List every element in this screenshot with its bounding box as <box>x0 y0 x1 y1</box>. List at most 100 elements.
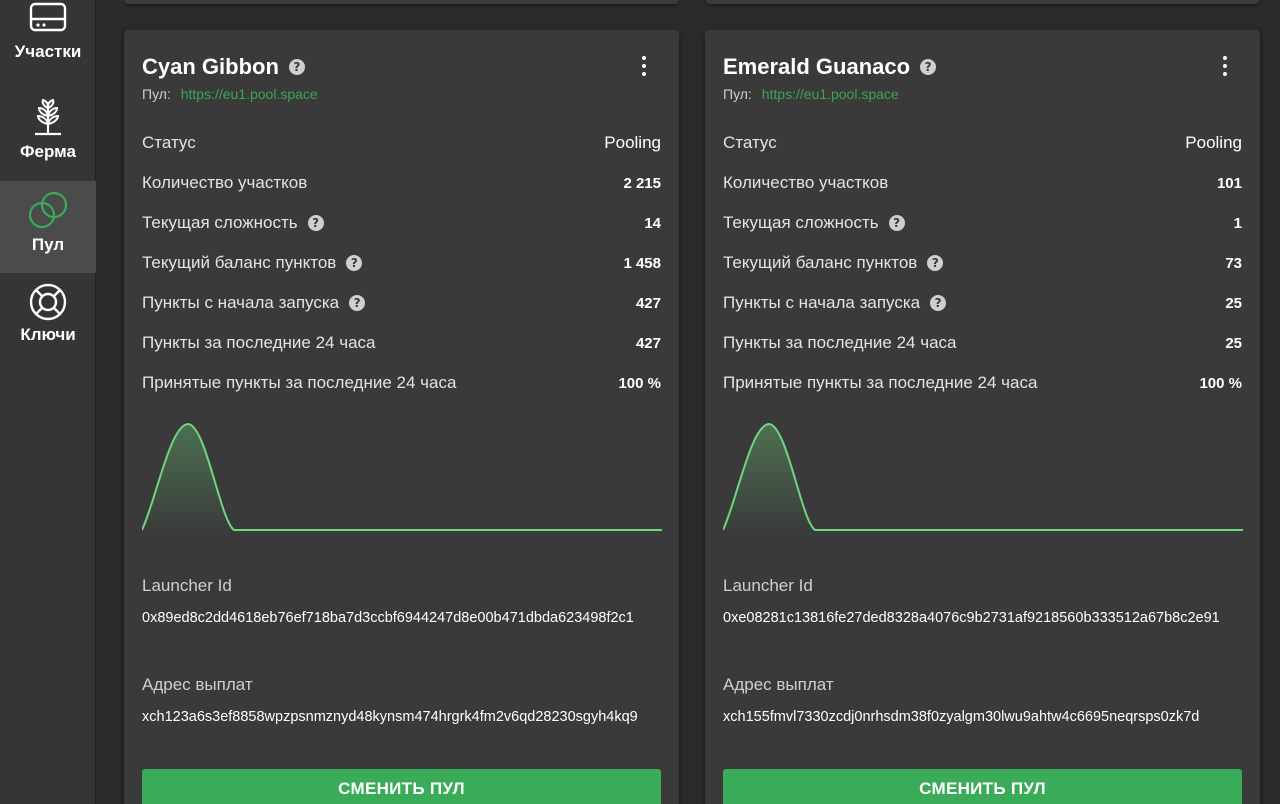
change-pool-button[interactable]: СМЕНИТЬ ПУЛ <box>723 769 1242 804</box>
stat-label: Статус <box>723 133 777 152</box>
plot-nft-name: Cyan Gibbon <box>142 54 279 79</box>
pool-rings-icon <box>28 191 68 229</box>
plant-icon <box>35 98 61 136</box>
pool-url-link[interactable]: https://eu1.pool.space <box>762 86 899 102</box>
plot-nft-name: Emerald Guanaco <box>723 54 911 79</box>
points-chart <box>142 422 662 535</box>
change-pool-button[interactable]: СМЕНИТЬ ПУЛ <box>142 769 661 804</box>
stat-value: 427 <box>635 294 661 312</box>
sidebar-item-farm[interactable]: Ферма <box>0 92 96 184</box>
launcher-id-label: Launcher Id <box>142 576 232 595</box>
stat-row: Пункты с начала запуска? 427 <box>142 292 661 314</box>
help-icon[interactable]: ? <box>349 295 366 311</box>
payout-address-value: xch123a6s3ef8858wpzpsnmznyd48kynsm474hrg… <box>142 709 638 725</box>
main-content: Cyan Gibbon ? Пул: https://eu1.pool.spac… <box>97 0 1280 804</box>
stat-value: 101 <box>1216 174 1242 192</box>
stat-label: Количество участков <box>723 173 889 192</box>
stat-value: Pooling <box>1185 133 1242 152</box>
stat-label-text: Текущий баланс пунктов <box>142 253 337 272</box>
stat-value: Pooling <box>604 133 661 152</box>
pool-prefix: Пул: <box>723 86 752 102</box>
pool-card: Emerald Guanaco ? Пул: https://eu1.pool.… <box>705 30 1260 804</box>
stat-label: Текущий баланс пунктов? <box>142 253 363 273</box>
previous-card-edge <box>706 0 1259 4</box>
more-vert-icon[interactable] <box>639 56 649 76</box>
stat-label: Пункты за последние 24 часа <box>723 333 957 352</box>
stat-row: Количество участков 2 215 <box>142 172 661 194</box>
sidebar-item-keys[interactable]: Ключи <box>0 273 96 365</box>
stat-label: Количество участков <box>142 173 308 192</box>
stat-row: Принятые пункты за последние 24 часа 100… <box>142 372 661 394</box>
sidebar-item-plots[interactable]: Участки <box>0 0 96 92</box>
stat-label-text: Текущая сложность <box>142 213 298 232</box>
launcher-id-value: 0xe08281c13816fe27ded8328a4076c9b2731af9… <box>723 610 1220 626</box>
pool-line: Пул: https://eu1.pool.space <box>723 86 899 102</box>
stat-row: Текущая сложность? 14 <box>142 212 661 234</box>
stat-label: Принятые пункты за последние 24 часа <box>142 373 457 392</box>
sidebar: Участки Ферма Пул Ключи <box>0 0 96 804</box>
stat-label: Пункты с начала запуска? <box>142 293 366 313</box>
stat-value: 1 458 <box>623 254 661 272</box>
sidebar-item-label: Пул <box>31 235 65 254</box>
stat-label: Принятые пункты за последние 24 часа <box>723 373 1038 392</box>
card-title: Emerald Guanaco ? <box>723 54 937 80</box>
stat-row: Текущий баланс пунктов? 73 <box>723 252 1242 274</box>
stat-value: 14 <box>644 214 661 232</box>
sidebar-item-label: Ферма <box>20 142 76 161</box>
stat-label: Текущий баланс пунктов? <box>723 253 944 273</box>
stat-row: Статус Pooling <box>723 132 1242 154</box>
pool-url-link[interactable]: https://eu1.pool.space <box>181 86 318 102</box>
stat-label-text: Текущая сложность <box>723 213 879 232</box>
payout-address-value: xch155fmvl7330zcdj0nrhsdm38f0zyalgm30lwu… <box>723 709 1200 725</box>
stat-label-text: Текущий баланс пунктов <box>723 253 918 272</box>
payout-address-label: Адрес выплат <box>142 675 253 694</box>
help-icon[interactable]: ? <box>288 59 305 75</box>
previous-card-edge <box>124 0 679 4</box>
stat-value: 25 <box>1225 294 1242 312</box>
pool-line: Пул: https://eu1.pool.space <box>142 86 318 102</box>
stat-row: Пункты за последние 24 часа 427 <box>142 332 661 354</box>
sidebar-item-label: Участки <box>14 42 82 61</box>
help-icon[interactable]: ? <box>346 255 363 271</box>
stat-label: Пункты с начала запуска? <box>723 293 947 313</box>
stat-row: Пункты за последние 24 часа 25 <box>723 332 1242 354</box>
help-icon[interactable]: ? <box>888 215 905 231</box>
stat-value: 25 <box>1225 334 1242 352</box>
stat-value: 100 % <box>1199 374 1242 392</box>
stat-label: Текущая сложность? <box>723 213 905 233</box>
stat-value: 73 <box>1225 254 1242 272</box>
stat-value: 2 215 <box>623 174 661 192</box>
stat-row: Принятые пункты за последние 24 часа 100… <box>723 372 1242 394</box>
stat-label-text: Пункты с начала запуска <box>723 293 921 312</box>
stat-label: Пункты за последние 24 часа <box>142 333 376 352</box>
help-icon[interactable]: ? <box>930 295 947 311</box>
stat-value: 427 <box>635 334 661 352</box>
stat-row: Пункты с начала запуска? 25 <box>723 292 1242 314</box>
stat-row: Количество участков 101 <box>723 172 1242 194</box>
stat-row: Текущий баланс пунктов? 1 458 <box>142 252 661 274</box>
sidebar-item-label: Ключи <box>20 325 76 344</box>
stat-label: Статус <box>142 133 196 152</box>
chart-area <box>723 424 1243 535</box>
launcher-id-value: 0x89ed8c2dd4618eb76ef718ba7d3ccbf6944247… <box>142 610 634 626</box>
hard-drive-icon <box>29 2 67 32</box>
pool-prefix: Пул: <box>142 86 171 102</box>
launcher-id-label: Launcher Id <box>723 576 813 595</box>
pool-card: Cyan Gibbon ? Пул: https://eu1.pool.spac… <box>124 30 679 804</box>
card-title: Cyan Gibbon ? <box>142 54 305 80</box>
stat-value: 1 <box>1233 214 1242 232</box>
stat-label-text: Пункты с начала запуска <box>142 293 340 312</box>
stat-value: 100 % <box>618 374 661 392</box>
payout-address-label: Адрес выплат <box>723 675 834 694</box>
chart-area <box>142 424 662 535</box>
stat-row: Статус Pooling <box>142 132 661 154</box>
points-chart <box>723 422 1243 535</box>
stat-row: Текущая сложность? 1 <box>723 212 1242 234</box>
help-icon[interactable]: ? <box>307 215 324 231</box>
sidebar-item-pool[interactable]: Пул <box>0 181 96 273</box>
lifebuoy-icon <box>29 283 67 321</box>
stat-label: Текущая сложность? <box>142 213 324 233</box>
help-icon[interactable]: ? <box>920 59 937 75</box>
help-icon[interactable]: ? <box>927 255 944 271</box>
more-vert-icon[interactable] <box>1220 56 1230 76</box>
